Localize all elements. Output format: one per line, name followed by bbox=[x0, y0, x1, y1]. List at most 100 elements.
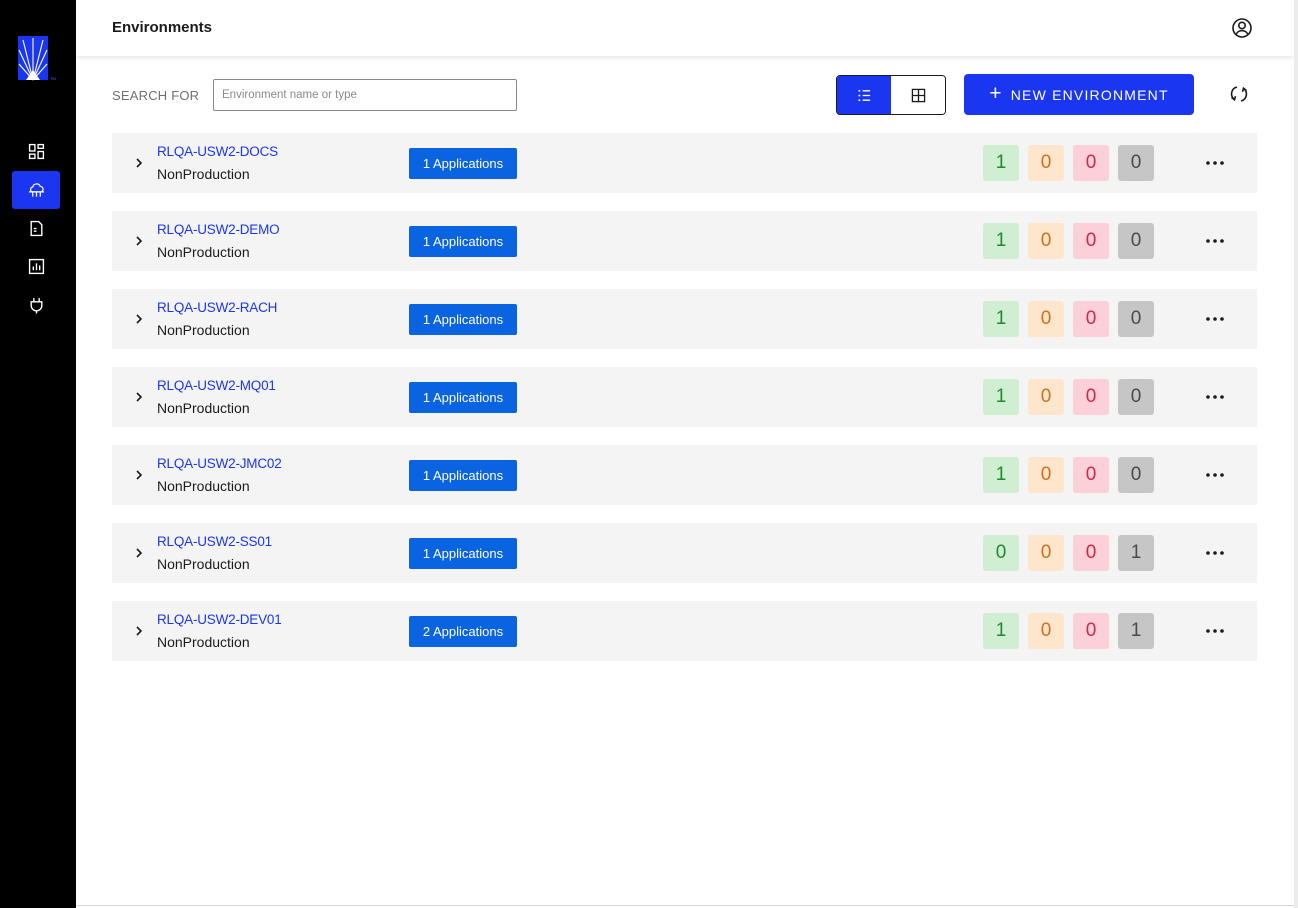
status-badge-red: 0 bbox=[1073, 535, 1109, 571]
environment-type: NonProduction bbox=[157, 556, 250, 572]
bottom-divider bbox=[76, 905, 1294, 906]
new-environment-button[interactable]: + NEW ENVIRONMENT bbox=[964, 74, 1194, 115]
nav-integrations[interactable] bbox=[12, 286, 60, 324]
environment-row: RLQA-USW2-MQ01 NonProduction 1 Applicati… bbox=[112, 367, 1257, 427]
more-options-button[interactable] bbox=[1204, 465, 1226, 485]
list-view-icon bbox=[857, 89, 870, 101]
starburst-logo[interactable]: TM bbox=[18, 36, 58, 82]
environment-type: NonProduction bbox=[157, 634, 250, 650]
more-horizontal-icon bbox=[1206, 161, 1224, 165]
more-horizontal-icon bbox=[1206, 629, 1224, 633]
status-badge-green: 1 bbox=[983, 301, 1019, 337]
status-badge-green: 1 bbox=[983, 379, 1019, 415]
more-options-button[interactable] bbox=[1204, 621, 1226, 641]
status-badge-green: 0 bbox=[983, 535, 1019, 571]
more-horizontal-icon bbox=[1206, 551, 1224, 555]
sidebar: TM bbox=[0, 0, 76, 908]
environment-name-link[interactable]: RLQA-USW2-JMC02 bbox=[157, 456, 282, 471]
chart-icon bbox=[28, 258, 44, 274]
environment-name-link[interactable]: RLQA-USW2-RACH bbox=[157, 300, 277, 315]
status-badge-orange: 0 bbox=[1028, 145, 1064, 181]
environment-row: RLQA-USW2-DOCS NonProduction 1 Applicati… bbox=[112, 133, 1257, 193]
status-badge-gray: 0 bbox=[1118, 457, 1154, 493]
applications-button[interactable]: 1 Applications bbox=[409, 148, 517, 179]
user-circle-icon[interactable] bbox=[1230, 16, 1254, 40]
cloud-environments-icon bbox=[28, 182, 44, 197]
new-environment-label: NEW ENVIRONMENT bbox=[1010, 86, 1169, 103]
status-badge-red: 0 bbox=[1073, 301, 1109, 337]
environment-row: RLQA-USW2-RACH NonProduction 1 Applicati… bbox=[112, 289, 1257, 349]
environment-row: RLQA-USW2-JMC02 NonProduction 1 Applicat… bbox=[112, 445, 1257, 505]
environment-type: NonProduction bbox=[157, 400, 250, 416]
applications-button[interactable]: 1 Applications bbox=[409, 460, 517, 491]
chevron-right-icon[interactable] bbox=[132, 155, 146, 171]
applications-button[interactable]: 1 Applications bbox=[409, 226, 517, 257]
nav-documents[interactable] bbox=[12, 209, 60, 247]
status-badge-gray: 0 bbox=[1118, 301, 1154, 337]
more-options-button[interactable] bbox=[1204, 387, 1226, 407]
status-badge-green: 1 bbox=[983, 613, 1019, 649]
status-badge-orange: 0 bbox=[1028, 613, 1064, 649]
status-badge-orange: 0 bbox=[1028, 379, 1064, 415]
refresh-icon[interactable] bbox=[1228, 83, 1250, 105]
more-options-button[interactable] bbox=[1204, 153, 1226, 173]
search-label: SEARCH FOR bbox=[112, 88, 200, 103]
app-root: TM Environments SEARCH FOR Environment n… bbox=[0, 0, 1298, 908]
more-horizontal-icon bbox=[1206, 395, 1224, 399]
environment-type: NonProduction bbox=[157, 166, 250, 182]
more-options-button[interactable] bbox=[1204, 309, 1226, 329]
status-badge-red: 0 bbox=[1073, 379, 1109, 415]
page-title: Environments bbox=[112, 19, 213, 36]
environment-type: NonProduction bbox=[157, 244, 250, 260]
applications-button[interactable]: 2 Applications bbox=[409, 616, 517, 647]
environment-name-link[interactable]: RLQA-USW2-DEV01 bbox=[157, 612, 282, 627]
status-badge-red: 0 bbox=[1073, 223, 1109, 259]
chevron-right-icon[interactable] bbox=[132, 467, 146, 483]
environment-type: NonProduction bbox=[157, 478, 250, 494]
status-badge-gray: 0 bbox=[1118, 379, 1154, 415]
status-badge-gray: 1 bbox=[1118, 613, 1154, 649]
status-badge-orange: 0 bbox=[1028, 535, 1064, 571]
status-badge-orange: 0 bbox=[1028, 223, 1064, 259]
more-options-button[interactable] bbox=[1204, 543, 1226, 563]
status-badge-green: 1 bbox=[983, 457, 1019, 493]
top-bar: Environments bbox=[76, 0, 1294, 56]
status-badge-green: 1 bbox=[983, 223, 1019, 259]
status-badge-gray: 0 bbox=[1118, 223, 1154, 259]
environment-row: RLQA-USW2-DEMO NonProduction 1 Applicati… bbox=[112, 211, 1257, 271]
environment-name-link[interactable]: RLQA-USW2-SS01 bbox=[157, 534, 272, 549]
chevron-right-icon[interactable] bbox=[132, 311, 146, 327]
environment-row: RLQA-USW2-DEV01 NonProduction 2 Applicat… bbox=[112, 601, 1257, 661]
grid-view-button[interactable] bbox=[891, 76, 945, 114]
applications-button[interactable]: 1 Applications bbox=[409, 538, 517, 569]
status-badge-orange: 0 bbox=[1028, 301, 1064, 337]
view-toggle bbox=[836, 75, 946, 115]
nav-environments[interactable] bbox=[12, 171, 60, 209]
environment-name-link[interactable]: RLQA-USW2-DOCS bbox=[157, 144, 278, 159]
nav-dashboard[interactable] bbox=[12, 132, 60, 170]
chevron-right-icon[interactable] bbox=[132, 389, 146, 405]
environment-name-link[interactable]: RLQA-USW2-MQ01 bbox=[157, 378, 276, 393]
dashboard-icon bbox=[28, 143, 44, 159]
chevron-right-icon[interactable] bbox=[132, 545, 146, 561]
plus-icon: + bbox=[989, 82, 1003, 105]
more-horizontal-icon bbox=[1206, 317, 1224, 321]
environment-name-link[interactable]: RLQA-USW2-DEMO bbox=[157, 222, 280, 237]
search-input[interactable] bbox=[213, 79, 517, 111]
applications-button[interactable]: 1 Applications bbox=[409, 382, 517, 413]
status-badge-red: 0 bbox=[1073, 145, 1109, 181]
nav-reports[interactable] bbox=[12, 247, 60, 285]
more-horizontal-icon bbox=[1206, 239, 1224, 243]
environment-type: NonProduction bbox=[157, 322, 250, 338]
list-view-button[interactable] bbox=[837, 76, 891, 114]
chevron-right-icon[interactable] bbox=[132, 623, 146, 639]
status-badge-gray: 1 bbox=[1118, 535, 1154, 571]
more-options-button[interactable] bbox=[1204, 231, 1226, 251]
grid-view-icon bbox=[911, 88, 925, 102]
chevron-right-icon[interactable] bbox=[132, 233, 146, 249]
applications-button[interactable]: 1 Applications bbox=[409, 304, 517, 335]
svg-text:TM: TM bbox=[50, 76, 56, 81]
window-edge bbox=[1294, 0, 1298, 908]
status-badge-green: 1 bbox=[983, 145, 1019, 181]
plug-icon bbox=[29, 297, 43, 313]
